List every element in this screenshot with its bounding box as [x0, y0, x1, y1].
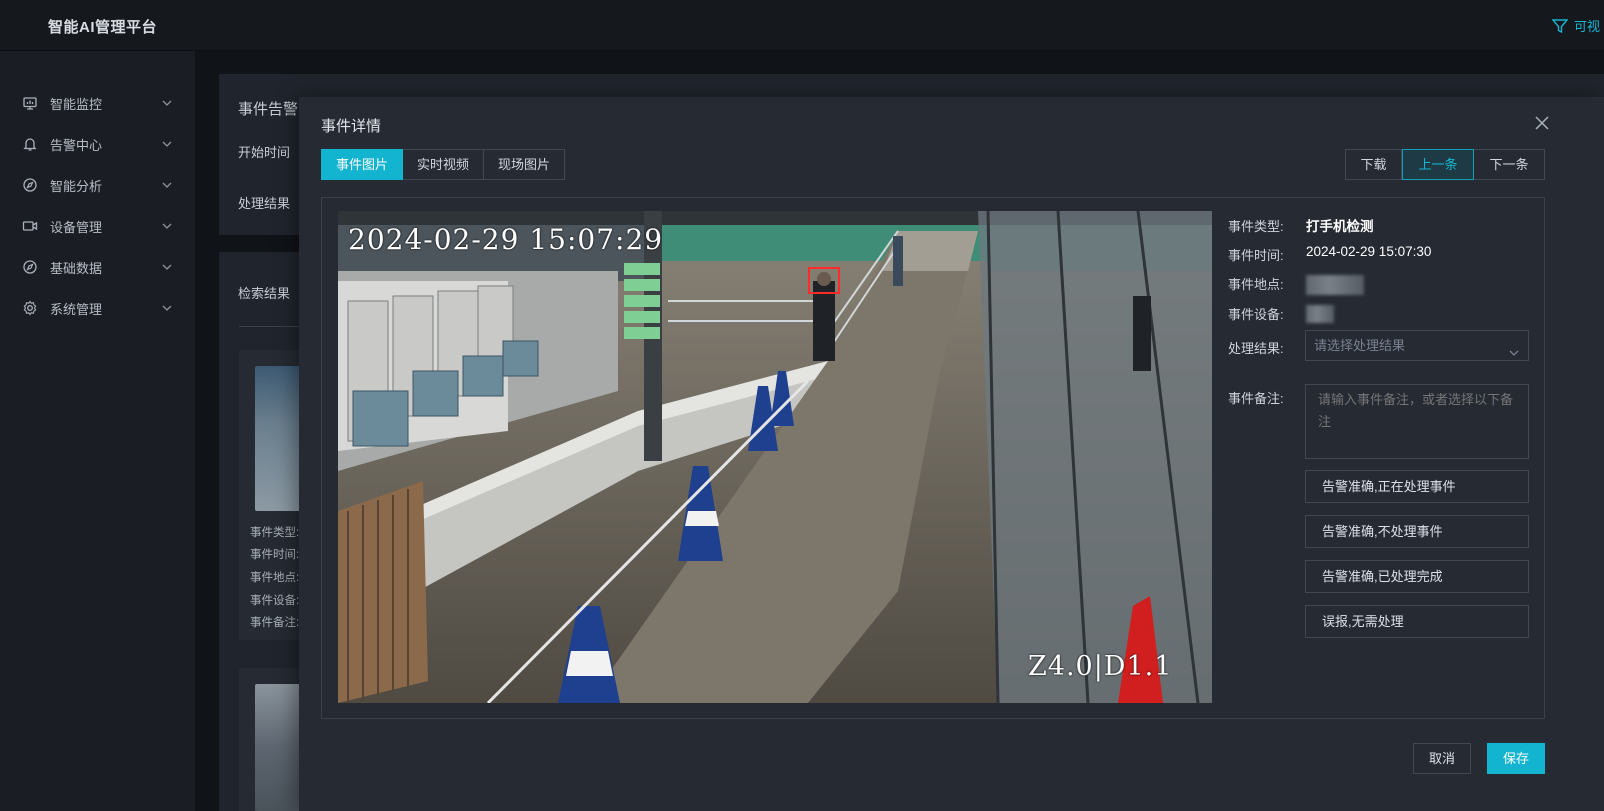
detection-box [808, 267, 840, 294]
quick-remark-button[interactable]: 告警准确,正在处理事件 [1305, 470, 1529, 503]
sidebar-item-alerts[interactable]: 告警中心 [0, 126, 195, 162]
sidebar-item-label: 设备管理 [50, 219, 103, 235]
sidebar-item-label: 智能监控 [50, 96, 103, 112]
event-type-label: 事件类型: [1228, 219, 1284, 234]
event-type-value: 打手机检测 [1306, 219, 1374, 234]
thumb-field-location: 事件地点: [250, 572, 300, 584]
sidebar-item-label: 基础数据 [50, 260, 103, 276]
thumb-field-type: 事件类型: [250, 527, 300, 539]
remark-label: 事件备注: [1228, 391, 1284, 406]
event-device-label: 事件设备: [1228, 307, 1284, 322]
download-button[interactable]: 下载 [1345, 149, 1402, 180]
compass-icon [22, 177, 38, 193]
visualize-link[interactable]: 可视 [1552, 16, 1604, 35]
filter-icon [1552, 19, 1569, 34]
camera-scene [338, 211, 1212, 703]
result-select[interactable]: 请选择处理结果 [1305, 330, 1529, 361]
compass-icon [22, 259, 38, 275]
result-select-placeholder: 请选择处理结果 [1314, 338, 1406, 353]
result-thumbnail[interactable] [255, 684, 305, 811]
event-location-label: 事件地点: [1228, 277, 1284, 292]
chevron-down-icon [161, 97, 173, 109]
section-title: 事件告警 [238, 101, 299, 118]
close-icon[interactable] [1533, 114, 1551, 132]
sidebar-item-monitor[interactable]: 智能监控 [0, 85, 195, 121]
quick-remark-button[interactable]: 告警准确,不处理事件 [1305, 515, 1529, 548]
monitor-icon [22, 95, 38, 111]
chevron-down-icon [161, 220, 173, 232]
next-button[interactable]: 下一条 [1474, 149, 1545, 180]
event-detail-modal: 事件详情 事件图片 实时视频 现场图片 下载 上一条 下一条 2024-02-2… [299, 97, 1604, 811]
result-filter-label: 处理结果 [238, 196, 291, 211]
quick-remark-button[interactable]: 告警准确,已处理完成 [1305, 560, 1529, 593]
chevron-down-icon [161, 302, 173, 314]
sidebar: 智能监控 告警中心 智能分析 设备管理 基础数据 系统管理 [0, 51, 195, 811]
visualize-label: 可视 [1574, 19, 1601, 34]
camera-zoom-info: Z4.0|D1.1 [1028, 651, 1173, 682]
tab-bar: 事件图片 实时视频 现场图片 [321, 149, 566, 180]
cancel-button[interactable]: 取消 [1413, 743, 1471, 774]
result-label: 处理结果: [1228, 341, 1284, 356]
chevron-down-icon [161, 138, 173, 150]
event-time-label: 事件时间: [1228, 248, 1284, 263]
result-thumbnail[interactable] [255, 366, 305, 511]
sidebar-item-label: 系统管理 [50, 301, 103, 317]
app-title: 智能AI管理平台 [48, 19, 158, 36]
modal-title: 事件详情 [321, 118, 382, 135]
sidebar-item-system[interactable]: 系统管理 [0, 290, 195, 326]
device-redacted [1306, 305, 1334, 323]
chevron-down-icon [161, 179, 173, 191]
thumb-field-device: 事件设备: [250, 595, 300, 607]
quick-remark-button[interactable]: 误报,无需处理 [1305, 605, 1529, 638]
event-image: 2024-02-29 15:07:29 Z4.0|D1.1 [338, 211, 1212, 703]
camera-icon [22, 218, 38, 234]
top-bar: 智能AI管理平台 可视 [0, 0, 1604, 51]
chevron-down-icon [161, 261, 173, 273]
camera-timestamp: 2024-02-29 15:07:29 [348, 223, 664, 256]
tab-live-video[interactable]: 实时视频 [403, 149, 485, 180]
sidebar-item-label: 告警中心 [50, 137, 103, 153]
remark-textarea[interactable] [1305, 384, 1529, 459]
prev-button[interactable]: 上一条 [1402, 149, 1474, 180]
thumb-field-remark: 事件备注: [250, 617, 300, 629]
nav-buttons: 下载 上一条 下一条 [1345, 149, 1545, 180]
thumb-field-time: 事件时间: [250, 549, 300, 561]
start-time-label: 开始时间 [238, 145, 291, 160]
sidebar-item-label: 智能分析 [50, 178, 103, 194]
location-redacted [1306, 275, 1364, 295]
tab-event-image[interactable]: 事件图片 [321, 149, 404, 180]
sidebar-item-devices[interactable]: 设备管理 [0, 208, 195, 244]
tab-scene-image[interactable]: 现场图片 [484, 149, 566, 180]
bell-icon [22, 136, 38, 152]
chevron-down-icon [1508, 340, 1520, 356]
event-time-value: 2024-02-29 15:07:30 [1306, 244, 1432, 259]
sidebar-item-analysis[interactable]: 智能分析 [0, 167, 195, 203]
save-button[interactable]: 保存 [1487, 743, 1545, 774]
search-results-label: 检索结果 [238, 286, 291, 301]
gear-icon [22, 300, 38, 316]
sidebar-item-basedata[interactable]: 基础数据 [0, 249, 195, 285]
